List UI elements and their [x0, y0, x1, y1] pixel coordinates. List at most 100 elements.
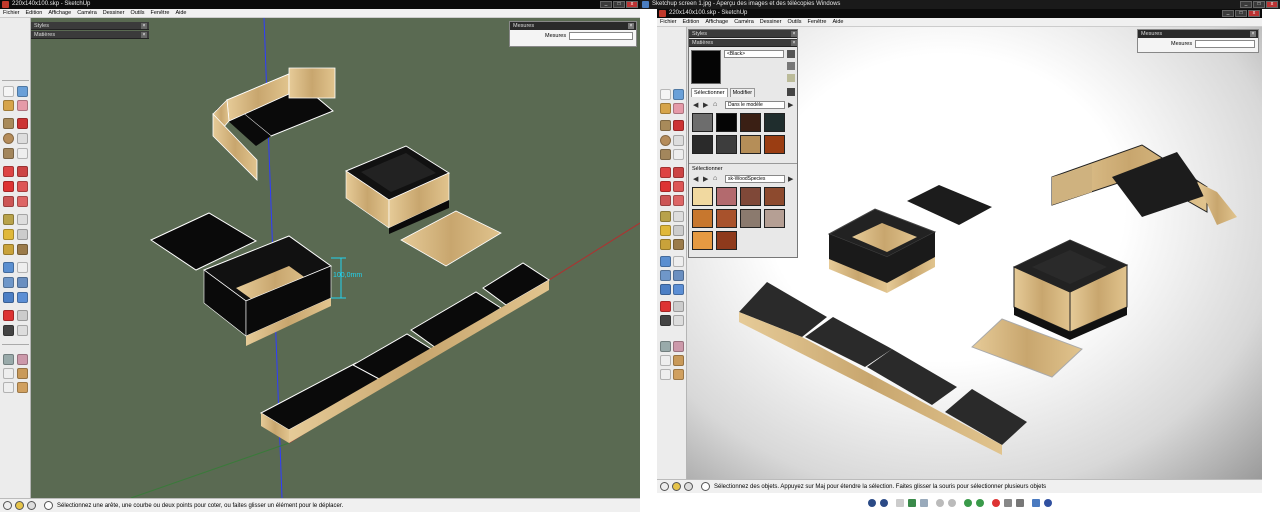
tab-edit[interactable]: Modifier	[729, 88, 756, 97]
print-icon[interactable]	[1004, 499, 1012, 507]
eraser-icon[interactable]	[673, 103, 684, 114]
eraser-icon[interactable]	[17, 100, 28, 111]
open-box-front-right[interactable]	[1012, 239, 1129, 340]
polygon-tool-icon[interactable]	[660, 149, 671, 160]
geo-location-icon[interactable]	[660, 482, 669, 491]
text-tool-icon[interactable]	[17, 229, 28, 240]
zoom-in-icon[interactable]	[936, 499, 944, 507]
freehand-tool-icon[interactable]	[17, 148, 28, 159]
materials-panel-header[interactable]: Matières ×	[689, 39, 797, 47]
menu-edition[interactable]: Edition	[683, 19, 700, 25]
material-swatch[interactable]	[716, 187, 737, 206]
maximize-button[interactable]: □	[1253, 1, 1265, 8]
material-swatch[interactable]	[716, 231, 737, 250]
long-base-strip[interactable]	[739, 282, 1027, 455]
walk-tool-icon[interactable]	[3, 325, 14, 336]
close-and-open-icon[interactable]	[1032, 499, 1040, 507]
next-image-icon[interactable]	[880, 499, 888, 507]
user-icon[interactable]	[684, 482, 693, 491]
zoom-out-icon[interactable]	[948, 499, 956, 507]
pan-tool-icon[interactable]	[673, 256, 684, 267]
zoom-extents-icon[interactable]	[17, 292, 28, 303]
black-lid-panel[interactable]	[907, 185, 992, 225]
menu-camera[interactable]: Caméra	[734, 19, 754, 25]
follow-me-icon[interactable]	[673, 181, 684, 192]
material-swatch[interactable]	[692, 135, 713, 154]
material-swatch[interactable]	[740, 209, 761, 228]
arc-tool-icon[interactable]	[673, 135, 684, 146]
menu-fichier[interactable]: Fichier	[3, 10, 20, 16]
menu-outils[interactable]: Outils	[130, 10, 144, 16]
polygon-tool-icon[interactable]	[3, 148, 14, 159]
zoom-extents-icon[interactable]	[673, 284, 684, 295]
l-shaped-wall-piece[interactable]	[1051, 144, 1237, 225]
menu-camera[interactable]: Caméra	[77, 10, 97, 16]
menu-fenetre[interactable]: Fenêtre	[808, 19, 827, 25]
material-name-field[interactable]: <Black>	[724, 50, 784, 58]
tab-select[interactable]: Sélectionner	[691, 88, 728, 97]
material-swatch[interactable]	[692, 113, 713, 132]
collection-dropdown[interactable]: Dans le modèle	[725, 101, 785, 109]
close-panel-icon[interactable]: ×	[791, 40, 797, 46]
share-model-icon[interactable]	[673, 341, 684, 352]
house-icon[interactable]	[3, 382, 14, 393]
previous-view-icon[interactable]	[660, 284, 671, 295]
menu-fenetre[interactable]: Fenêtre	[151, 10, 170, 16]
delete-icon[interactable]	[992, 499, 1000, 507]
push-pull-icon[interactable]	[673, 167, 684, 178]
left-3d-viewport[interactable]: 100,0mm	[31, 18, 640, 498]
help-icon[interactable]	[44, 501, 53, 510]
share-model-icon[interactable]	[17, 354, 28, 365]
credits-icon[interactable]	[672, 482, 681, 491]
scale-tool-icon[interactable]	[660, 195, 671, 206]
look-around-icon[interactable]	[673, 301, 684, 312]
line-tool-icon[interactable]	[673, 120, 684, 131]
back-icon[interactable]: ◀	[693, 175, 698, 183]
menu-dessiner[interactable]: Dessiner	[760, 19, 782, 25]
protractor-icon[interactable]	[660, 225, 671, 236]
material-swatch[interactable]	[764, 209, 785, 228]
zoom-tool-icon[interactable]	[3, 277, 14, 288]
previous-image-icon[interactable]	[868, 499, 876, 507]
close-button[interactable]: x	[1266, 1, 1278, 8]
help-icon[interactable]	[1044, 499, 1052, 507]
maximize-button[interactable]: □	[613, 1, 625, 8]
position-camera-icon[interactable]	[660, 301, 671, 312]
open-box-right[interactable]	[344, 145, 451, 234]
house-icon[interactable]	[660, 369, 671, 380]
materials-panel-header[interactable]: Matières ×	[31, 31, 149, 39]
dimension-tool-icon[interactable]	[17, 214, 28, 225]
text-tool-icon[interactable]	[673, 225, 684, 236]
rectangle-tool-icon[interactable]	[660, 120, 671, 131]
close-button[interactable]: x	[626, 1, 638, 8]
copy-to-icon[interactable]	[1016, 499, 1024, 507]
menu-fichier[interactable]: Fichier	[660, 19, 677, 25]
library-dropdown[interactable]: sk-WoodSpecies	[725, 175, 785, 183]
home-icon[interactable]: ⌂	[713, 175, 717, 182]
material-swatch[interactable]	[740, 187, 761, 206]
rectangle-tool-icon[interactable]	[3, 118, 14, 129]
material-swatch[interactable]	[740, 113, 761, 132]
home-icon[interactable]	[3, 368, 14, 379]
material-swatch[interactable]	[764, 135, 785, 154]
material-swatch[interactable]	[716, 113, 737, 132]
section-plane-icon[interactable]	[17, 325, 28, 336]
tape-measure-icon[interactable]	[660, 211, 671, 222]
orbit-tool-icon[interactable]	[660, 256, 671, 267]
create-material-icon[interactable]	[787, 74, 795, 82]
zoom-window-icon[interactable]	[17, 277, 28, 288]
material-swatch[interactable]	[716, 135, 737, 154]
slideshow-icon[interactable]	[920, 499, 928, 507]
maximize-button[interactable]: □	[1235, 10, 1247, 17]
details-arrow-icon[interactable]: ▶	[788, 101, 793, 109]
help-icon[interactable]	[701, 482, 710, 491]
close-dialog-icon[interactable]: ×	[1250, 31, 1256, 37]
rotate-tool-icon[interactable]	[660, 181, 671, 192]
move-tool-icon[interactable]	[660, 167, 671, 178]
geo-location-icon[interactable]	[3, 501, 12, 510]
components-icon[interactable]	[673, 355, 684, 366]
measurements-input[interactable]	[569, 32, 633, 40]
offset-tool-icon[interactable]	[17, 196, 28, 207]
layout-icon[interactable]	[17, 382, 28, 393]
axes-tool-icon[interactable]	[660, 239, 671, 250]
